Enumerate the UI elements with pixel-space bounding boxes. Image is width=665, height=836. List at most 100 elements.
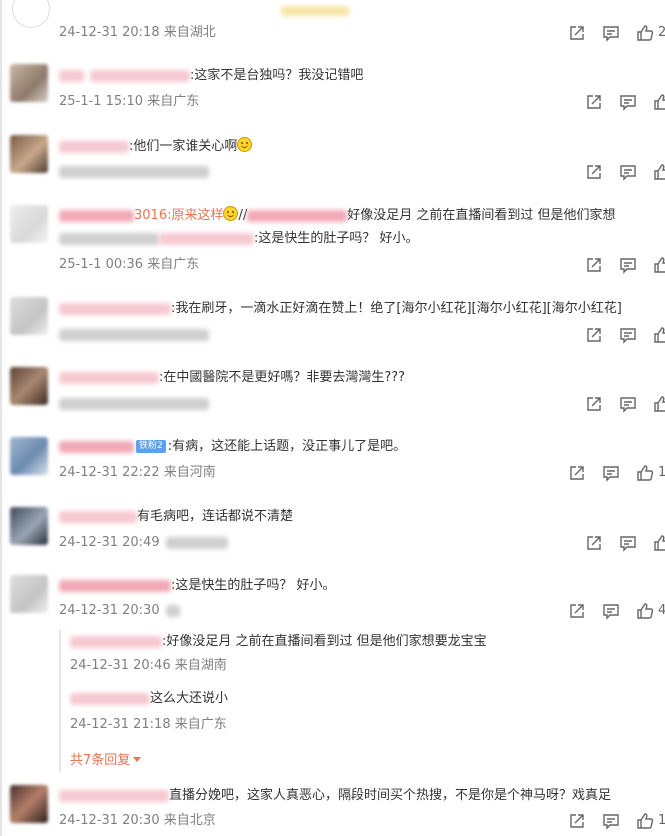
- comment-icon[interactable]: [602, 812, 620, 830]
- like-icon[interactable]: [636, 812, 654, 830]
- comment-icon[interactable]: [619, 163, 637, 181]
- comment-actions: [585, 326, 665, 344]
- like-icon[interactable]: [636, 24, 654, 42]
- reply-text: 这么大还说小: [70, 690, 228, 708]
- username[interactable]: [59, 371, 159, 384]
- comment-text: 3016:原来这样 // 好像没足月 之前在直播间看到过 但是他们家想: [59, 206, 616, 225]
- comment-actions: [585, 93, 665, 111]
- username[interactable]: [59, 789, 169, 802]
- username[interactable]: [59, 510, 137, 523]
- like-icon[interactable]: [653, 534, 665, 552]
- comment-actions: [585, 534, 665, 552]
- comment-text: :这是快生的肚子吗？ 好小。: [59, 577, 336, 595]
- share-icon[interactable]: [585, 93, 603, 111]
- reply-meta: 24-12-31 20:46 来自湖南: [70, 658, 227, 673]
- like-icon[interactable]: [653, 163, 665, 181]
- avatar[interactable]: [10, 367, 48, 405]
- comment-actions: [585, 163, 665, 181]
- comment-meta: 24-12-31 20:49: [59, 535, 228, 551]
- comment-body: 3016:原来这样: [134, 208, 224, 223]
- more-replies-label[interactable]: 共7条回复: [70, 753, 130, 768]
- username[interactable]: [59, 69, 84, 82]
- comment-body: 好像没足月 之前在直播间看到过 但是他们家想: [347, 208, 616, 223]
- comment-icon[interactable]: [602, 24, 620, 42]
- smile-emoji-icon: [223, 206, 239, 221]
- avatar[interactable]: [10, 437, 48, 475]
- comment-icon[interactable]: [619, 256, 637, 274]
- username[interactable]: [59, 232, 159, 245]
- comment-meta: 25-1-1 15:10 来自广东: [59, 94, 200, 109]
- comment-meta: 24-12-31 20:30: [59, 603, 180, 619]
- comment-icon[interactable]: [619, 93, 637, 111]
- avatar[interactable]: [10, 135, 48, 173]
- share-icon[interactable]: [585, 256, 603, 274]
- avatar[interactable]: [10, 785, 48, 823]
- username[interactable]: [59, 579, 171, 592]
- username[interactable]: [159, 232, 254, 245]
- like-icon[interactable]: [636, 602, 654, 620]
- like-icon[interactable]: [653, 93, 665, 111]
- share-icon[interactable]: [585, 163, 603, 181]
- comment-body: :他们一家谁关心啊: [129, 139, 238, 154]
- smile-emoji-icon: [237, 137, 253, 152]
- avatar[interactable]: [10, 297, 48, 335]
- username[interactable]: [70, 692, 150, 705]
- share-icon[interactable]: [568, 602, 586, 620]
- share-icon[interactable]: [568, 464, 586, 482]
- comment-body: :这是快生的肚子吗？ 好小。: [171, 578, 336, 593]
- avatar[interactable]: [10, 205, 48, 243]
- like-count: 4: [658, 603, 665, 618]
- like-count: 2: [658, 25, 665, 40]
- share-icon[interactable]: [585, 534, 603, 552]
- share-icon[interactable]: [568, 812, 586, 830]
- username[interactable]: [70, 635, 162, 648]
- comment-icon[interactable]: [619, 395, 637, 413]
- share-icon[interactable]: [568, 24, 586, 42]
- more-replies-link[interactable]: 共7条回复: [70, 749, 142, 768]
- comment-text: 有毛病吧，连话都说不清楚: [59, 508, 293, 526]
- reply-text: :好像没足月 之前在直播间看到过 但是他们家想要龙宝宝: [70, 633, 487, 651]
- share-icon[interactable]: [585, 326, 603, 344]
- comment-body: :在中國醫院不是更好嗎？非要去灣灣生???: [159, 370, 406, 385]
- avatar[interactable]: [10, 575, 48, 613]
- avatar[interactable]: [10, 507, 48, 545]
- username[interactable]: [90, 69, 190, 82]
- username[interactable]: [59, 209, 134, 222]
- comment-meta: 24-12-31 22:22 来自河南: [59, 465, 216, 480]
- comment-actions: [585, 256, 665, 274]
- fan-badge: 铁粉2: [136, 440, 166, 453]
- comment-actions: 4: [568, 602, 665, 620]
- like-icon[interactable]: [636, 464, 654, 482]
- comment-icon[interactable]: [602, 602, 620, 620]
- comment-text: 铁粉2:有病，这还能上话题，没正事儿了是吧。: [59, 438, 406, 456]
- username[interactable]: [59, 140, 129, 153]
- avatar[interactable]: [10, 64, 48, 102]
- username[interactable]: [59, 302, 171, 315]
- share-icon[interactable]: [585, 395, 603, 413]
- comment-meta: 24-12-31 20:18 来自湖北: [59, 25, 216, 40]
- comment-icon[interactable]: [619, 326, 637, 344]
- username[interactable]: [59, 440, 134, 453]
- comment-text: :这家不是台独吗？我没记错吧: [59, 67, 363, 85]
- comment-body: :我在刷牙，一滴水正好滴在赞上！绝了[海尔小红花][海尔小红花][海尔小红花]: [171, 301, 622, 316]
- comment-date: 24-12-31 20:30: [59, 603, 160, 618]
- comment-text: :他们一家谁关心啊: [59, 137, 253, 156]
- comment-meta-redacted: [59, 396, 209, 412]
- like-count: 1: [658, 813, 665, 828]
- comment-icon[interactable]: [602, 464, 620, 482]
- comment-body: 有毛病吧，连话都说不清楚: [137, 509, 294, 524]
- comment-meta: 25-1-1 00:36 来自广东: [59, 257, 200, 272]
- like-icon[interactable]: [653, 395, 665, 413]
- avatar[interactable]: [12, 0, 50, 28]
- comment-text: 直播分娩吧，这家人真恶心，隔段时间买个热搜，不是你是个神马呀？戏真足: [59, 787, 611, 805]
- comment-icon[interactable]: [619, 534, 637, 552]
- comment-meta-redacted: [59, 164, 209, 180]
- reply-body: :好像没足月 之前在直播间看到过 但是他们家想要龙宝宝: [162, 634, 487, 649]
- like-icon[interactable]: [653, 256, 665, 274]
- comment-actions: 1: [568, 464, 665, 482]
- comment-body: :有病，这还能上话题，没正事儿了是吧。: [167, 439, 407, 454]
- username[interactable]: [247, 209, 348, 222]
- like-icon[interactable]: [653, 326, 665, 344]
- comment-meta-redacted: [59, 327, 209, 343]
- comment-body: //: [238, 208, 248, 223]
